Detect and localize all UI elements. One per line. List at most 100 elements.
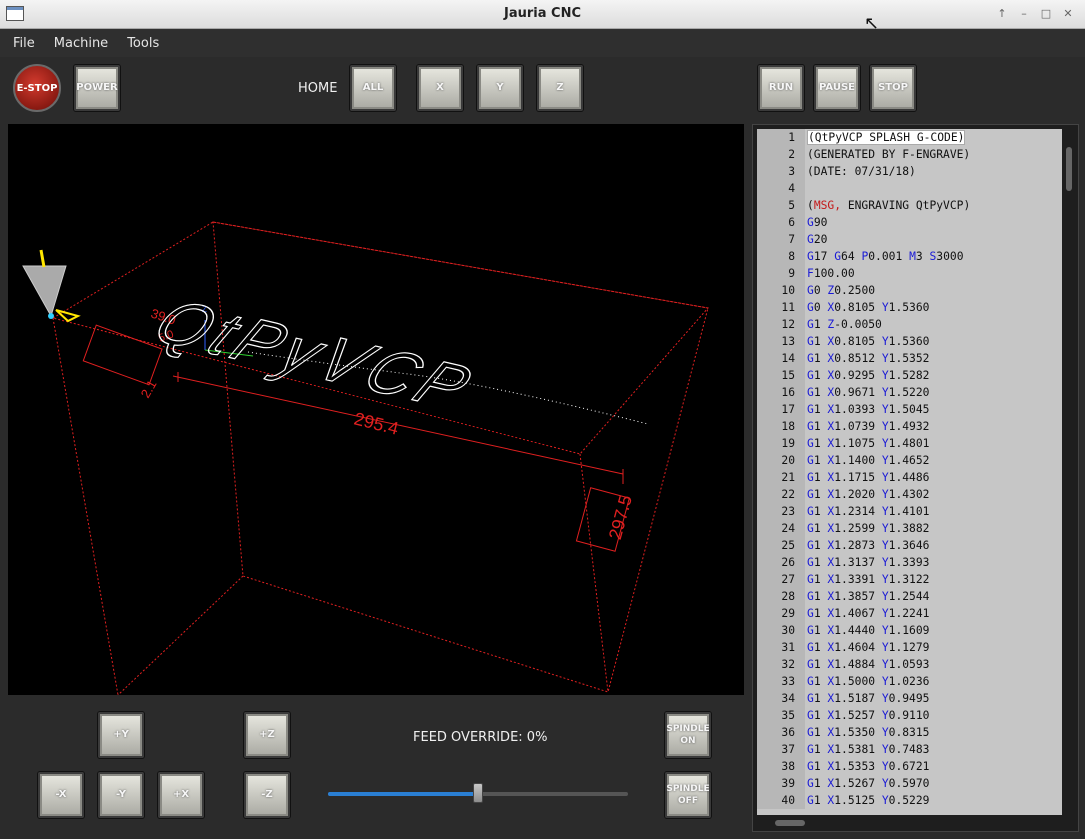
gcode-line[interactable]: 6 G90 (757, 214, 1062, 231)
gcode-line[interactable]: 22 G1 X1.2020 Y1.4302 (757, 486, 1062, 503)
window-controls: ↑ – □ ✕ (993, 5, 1077, 23)
gcode-line[interactable]: 20 G1 X1.1400 Y1.4652 (757, 452, 1062, 469)
gcode-line[interactable]: 10 G0 Z0.2500 (757, 282, 1062, 299)
gcode-line[interactable]: 18 G1 X1.0739 Y1.4932 (757, 418, 1062, 435)
gcode-line[interactable]: 23 G1 X1.2314 Y1.4101 (757, 503, 1062, 520)
gcode-line-text: G90 (807, 216, 828, 229)
home-z-button[interactable]: Z (537, 65, 583, 111)
gcode-line[interactable]: 26 G1 X1.3137 Y1.3393 (757, 554, 1062, 571)
gcode-line-number: 16 (757, 384, 805, 401)
gcode-line-number: 32 (757, 656, 805, 673)
menu-file[interactable]: File (10, 33, 38, 54)
machine-bounds-box (51, 221, 709, 695)
gcode-line[interactable]: 19 G1 X1.1075 Y1.4801 (757, 435, 1062, 452)
gcode-line[interactable]: 13 G1 X0.8105 Y1.5360 (757, 333, 1062, 350)
gcode-line-number: 36 (757, 724, 805, 741)
gcode-line-number: 17 (757, 401, 805, 418)
menu-tools[interactable]: Tools (124, 33, 162, 54)
pause-button[interactable]: PAUSE (814, 65, 860, 111)
gcode-line-text: G0 Z0.2500 (807, 284, 876, 297)
slider-handle[interactable] (473, 783, 483, 803)
gcode-line[interactable]: 16 G1 X0.9671 Y1.5220 (757, 384, 1062, 401)
gcode-line[interactable]: 29 G1 X1.4067 Y1.2241 (757, 605, 1062, 622)
gcode-line-text: G1 X0.8512 Y1.5352 (807, 352, 930, 365)
spindle-off-button[interactable]: SPINDLE OFF (665, 772, 711, 818)
gcode-line-text: G1 X1.5187 Y0.9495 (807, 692, 930, 705)
jog-plus-z-button[interactable]: +Z (244, 712, 290, 758)
up-arrow-icon[interactable]: ↑ (993, 5, 1011, 23)
gcode-line[interactable]: 27 G1 X1.3391 Y1.3122 (757, 571, 1062, 588)
gcode-line[interactable]: 31 G1 X1.4604 Y1.1279 (757, 639, 1062, 656)
gcode-line-text: G1 X1.5000 Y1.0236 (807, 675, 930, 688)
gcode-line[interactable]: 12 G1 Z-0.0050 (757, 316, 1062, 333)
gcode-line-number: 8 (757, 248, 805, 265)
gcode-line-number: 1 (757, 129, 805, 146)
gcode-line[interactable]: 30 G1 X1.4440 Y1.1609 (757, 622, 1062, 639)
toolpath-canvas: 295.4 297.5 39.0 2.1 5.0 Z QtPyVCP (22, 221, 709, 695)
gcode-line-number: 38 (757, 758, 805, 775)
maximize-icon[interactable]: □ (1037, 5, 1055, 23)
gcode-line[interactable]: 34 G1 X1.5187 Y0.9495 (757, 690, 1062, 707)
gcode-horizontal-scrollbar[interactable] (773, 819, 1043, 827)
gcode-line[interactable]: 35 G1 X1.5257 Y0.9110 (757, 707, 1062, 724)
power-button[interactable]: POWER (74, 65, 120, 111)
gcode-line-text: G1 X1.1715 Y1.4486 (807, 471, 930, 484)
gcode-line-number: 9 (757, 265, 805, 282)
3d-preview-viewport[interactable]: 295.4 297.5 39.0 2.1 5.0 Z QtPyVCP (8, 124, 744, 695)
gcode-line[interactable]: 38 G1 X1.5353 Y0.6721 (757, 758, 1062, 775)
gcode-line[interactable]: 21 G1 X1.1715 Y1.4486 (757, 469, 1062, 486)
gcode-line[interactable]: 39 G1 X1.5267 Y0.5970 (757, 775, 1062, 792)
minimize-icon[interactable]: – (1015, 5, 1033, 23)
gcode-line-number: 39 (757, 775, 805, 792)
scroll-thumb[interactable] (775, 820, 805, 826)
home-y-button[interactable]: Y (477, 65, 523, 111)
gcode-line[interactable]: 37 G1 X1.5381 Y0.7483 (757, 741, 1062, 758)
gcode-line[interactable]: 3 (DATE: 07/31/18) (757, 163, 1062, 180)
gcode-vertical-scrollbar[interactable] (1064, 143, 1074, 813)
gcode-line[interactable]: 1 (QtPyVCP SPLASH G-CODE) (757, 129, 1062, 146)
gcode-line[interactable]: 33 G1 X1.5000 Y1.0236 (757, 673, 1062, 690)
jog-minus-x-button[interactable]: -X (38, 772, 84, 818)
home-all-button[interactable]: ALL (350, 65, 396, 111)
gcode-line[interactable]: 14 G1 X0.8512 Y1.5352 (757, 350, 1062, 367)
gcode-line[interactable]: 25 G1 X1.2873 Y1.3646 (757, 537, 1062, 554)
gcode-line[interactable]: 40 G1 X1.5125 Y0.5229 (757, 792, 1062, 809)
feed-override-slider[interactable] (328, 783, 628, 803)
run-button[interactable]: RUN (758, 65, 804, 111)
menu-machine[interactable]: Machine (51, 33, 111, 54)
gcode-line-number: 26 (757, 554, 805, 571)
jog-plus-x-button[interactable]: +X (158, 772, 204, 818)
gcode-line[interactable]: 28 G1 X1.3857 Y1.2544 (757, 588, 1062, 605)
gcode-line[interactable]: 32 G1 X1.4884 Y1.0593 (757, 656, 1062, 673)
gcode-line[interactable]: 15 G1 X0.9295 Y1.5282 (757, 367, 1062, 384)
gcode-line[interactable]: 5 (MSG, ENGRAVING QtPyVCP) (757, 197, 1062, 214)
gcode-line[interactable]: 7 G20 (757, 231, 1062, 248)
window-title: Jauria CNC (504, 6, 581, 21)
gcode-line-text: G1 X1.5125 Y0.5229 (807, 794, 930, 807)
spindle-on-button[interactable]: SPINDLE ON (665, 712, 711, 758)
gcode-line[interactable]: 17 G1 X1.0393 Y1.5045 (757, 401, 1062, 418)
estop-button[interactable]: E-STOP (13, 64, 61, 112)
gcode-line[interactable]: 8 G17 G64 P0.001 M3 S3000 (757, 248, 1062, 265)
gcode-listing[interactable]: 1 (QtPyVCP SPLASH G-CODE) 2 (GENERATED BY F… (757, 129, 1062, 815)
gcode-line[interactable]: 2 (GENERATED BY F-ENGRAVE) (757, 146, 1062, 163)
jog-plus-y-button[interactable]: +Y (98, 712, 144, 758)
gcode-line[interactable]: 36 G1 X1.5350 Y0.8315 (757, 724, 1062, 741)
gcode-line[interactable]: 4 (757, 180, 1062, 197)
menu-bar: File Machine Tools (0, 29, 1085, 57)
jog-minus-y-button[interactable]: -Y (98, 772, 144, 818)
gcode-panel[interactable]: 1 (QtPyVCP SPLASH G-CODE) 2 (GENERATED BY F… (752, 124, 1079, 832)
gcode-line-number: 5 (757, 197, 805, 214)
close-icon[interactable]: ✕ (1059, 5, 1077, 23)
gcode-line[interactable]: 11 G0 X0.8105 Y1.5360 (757, 299, 1062, 316)
home-x-button[interactable]: X (417, 65, 463, 111)
stop-button[interactable]: STOP (870, 65, 916, 111)
gcode-line-text: G1 X1.2599 Y1.3882 (807, 522, 930, 535)
gcode-line-number: 28 (757, 588, 805, 605)
scroll-thumb[interactable] (1066, 147, 1072, 191)
jog-minus-z-button[interactable]: -Z (244, 772, 290, 818)
gcode-line[interactable]: 9 F100.00 (757, 265, 1062, 282)
gcode-line-text: G1 X1.2314 Y1.4101 (807, 505, 930, 518)
gcode-line-text: G1 X1.5381 Y0.7483 (807, 743, 930, 756)
gcode-line[interactable]: 24 G1 X1.2599 Y1.3882 (757, 520, 1062, 537)
